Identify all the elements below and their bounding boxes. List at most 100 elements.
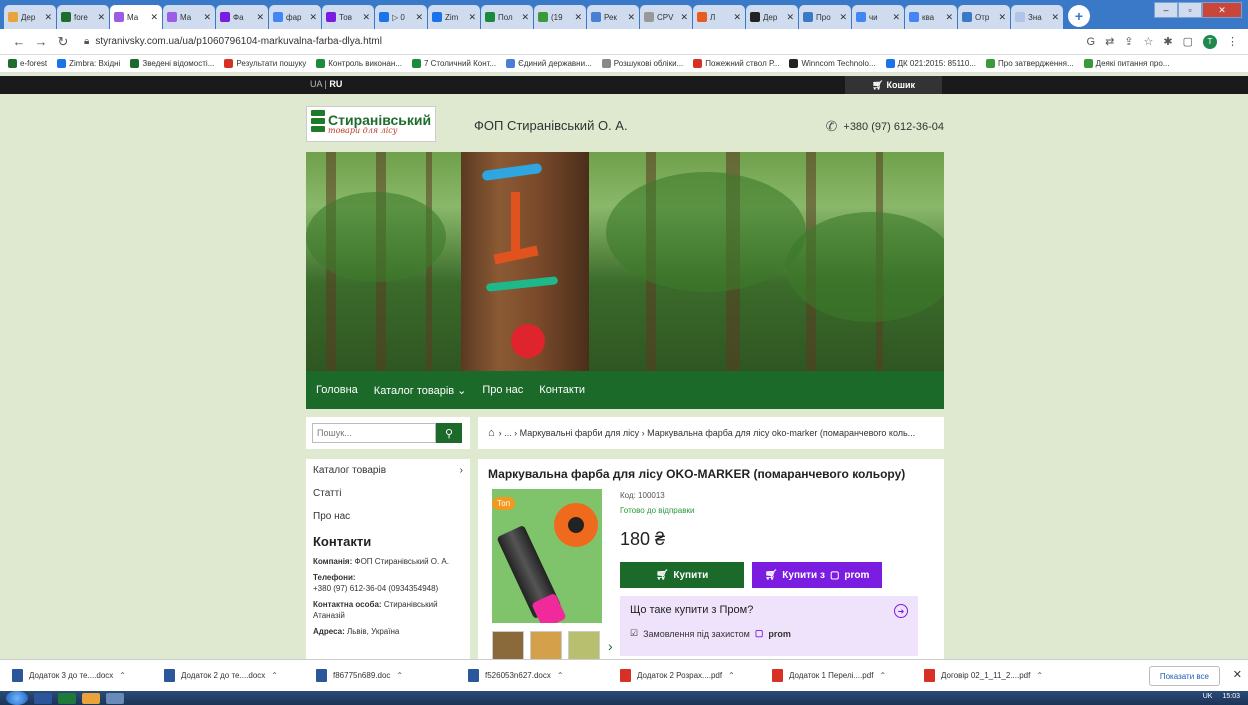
chevron-up-icon[interactable]: ⌃ xyxy=(879,671,886,680)
close-tab-icon[interactable]: ✕ xyxy=(892,12,900,23)
google-lens-icon[interactable]: G xyxy=(1087,36,1096,48)
url-field[interactable]: 🔒︎ styranivsky.com.ua/ua/p1060796104-mark… xyxy=(84,36,1087,47)
maximize-button[interactable]: ▫ xyxy=(1178,2,1202,18)
bookmark-item[interactable]: Результати пошуку xyxy=(224,59,306,68)
download-item[interactable]: Додаток 1 Перелі....pdf ⌃ xyxy=(772,669,922,682)
bookmark-item[interactable]: Про затвердження... xyxy=(986,59,1074,68)
close-downloads-icon[interactable]: ✕ xyxy=(1233,668,1242,681)
close-tab-icon[interactable]: ✕ xyxy=(150,12,158,23)
search-button[interactable]: ⚲ xyxy=(436,423,462,443)
profile-avatar[interactable]: T xyxy=(1203,34,1217,49)
new-tab-button[interactable]: + xyxy=(1068,5,1090,27)
browser-tab[interactable]: ▷ 0 ✕ xyxy=(375,5,427,29)
cart-button[interactable]: 🛒︎ Кошик xyxy=(845,76,942,94)
browser-tab[interactable]: Дер ✕ xyxy=(746,5,798,29)
close-tab-icon[interactable]: ✕ xyxy=(998,12,1006,23)
nav-item[interactable]: Каталог товарів ⌄ xyxy=(374,384,467,397)
bookmark-item[interactable]: 7 Столичний Конт... xyxy=(411,59,496,68)
buy-button[interactable]: 🛒︎ Купити xyxy=(620,562,744,588)
close-tab-icon[interactable]: ✕ xyxy=(945,12,953,23)
chevron-up-icon[interactable]: ⌃ xyxy=(396,671,403,680)
explorer-taskbar-icon[interactable] xyxy=(106,692,124,704)
lang-ua-link[interactable]: UA xyxy=(310,79,322,89)
sidebar-item-articles[interactable]: Статті xyxy=(313,488,463,499)
minimize-button[interactable]: – xyxy=(1154,2,1178,18)
browser-tab[interactable]: Л ✕ xyxy=(693,5,745,29)
product-thumbnail[interactable] xyxy=(530,631,562,661)
browser-tab[interactable]: Фа ✕ xyxy=(216,5,268,29)
header-phone[interactable]: ✆ +380 (97) 612-36-04 xyxy=(826,118,944,135)
close-tab-icon[interactable]: ✕ xyxy=(521,12,529,23)
close-tab-icon[interactable]: ✕ xyxy=(733,12,741,23)
arrow-right-icon[interactable]: ➜ xyxy=(894,604,908,618)
lock-icon[interactable]: 🔒︎ xyxy=(84,36,89,47)
browser-tab[interactable]: Ма ✕ xyxy=(110,5,162,29)
download-item[interactable]: Додаток 3 до те....docx ⌃ xyxy=(12,669,162,682)
bookmark-item[interactable]: Єдиний державни... xyxy=(506,59,592,68)
product-thumbnail[interactable] xyxy=(568,631,600,661)
breadcrumb-path[interactable]: › ... › Маркувальні фарби для лісу › Мар… xyxy=(499,428,916,438)
download-item[interactable]: Додаток 2 до те....docx ⌃ xyxy=(164,669,314,682)
browser-tab[interactable]: Тов ✕ xyxy=(322,5,374,29)
excel-taskbar-icon[interactable] xyxy=(58,692,76,704)
chevron-right-icon[interactable]: › xyxy=(608,631,613,661)
close-tab-icon[interactable]: ✕ xyxy=(786,12,794,23)
download-item[interactable]: Договір 02_1_11_2....pdf ⌃ xyxy=(924,669,1074,682)
bookmark-item[interactable]: Контроль виконан... xyxy=(316,59,402,68)
tray-language[interactable]: UK xyxy=(1203,693,1213,700)
nav-item[interactable]: Про нас xyxy=(482,384,523,396)
bookmark-item[interactable]: Пожежний ствол Р... xyxy=(693,59,779,68)
search-input[interactable] xyxy=(312,423,436,443)
product-main-image[interactable]: Топ xyxy=(492,489,602,623)
close-tab-icon[interactable]: ✕ xyxy=(1051,12,1059,23)
browser-tab[interactable]: Отр ✕ xyxy=(958,5,1010,29)
browser-tab[interactable]: Рек ✕ xyxy=(587,5,639,29)
close-tab-icon[interactable]: ✕ xyxy=(256,12,264,23)
bookmark-item[interactable]: ДК 021:2015: 85110... xyxy=(885,59,976,68)
close-window-button[interactable]: ✕ xyxy=(1202,2,1242,18)
close-tab-icon[interactable]: ✕ xyxy=(415,12,423,23)
forward-icon[interactable]: → xyxy=(32,34,50,49)
sidebar-item-about[interactable]: Про нас xyxy=(313,511,463,522)
close-tab-icon[interactable]: ✕ xyxy=(97,12,105,23)
browser-tab[interactable]: Пол ✕ xyxy=(481,5,533,29)
buy-with-prom-button[interactable]: 🛒︎ Купити з ▢ prom xyxy=(752,562,882,588)
side-panel-icon[interactable]: ▢ xyxy=(1183,35,1193,48)
browser-tab[interactable]: fore ✕ xyxy=(57,5,109,29)
chevron-up-icon[interactable]: ⌃ xyxy=(271,671,278,680)
start-button[interactable] xyxy=(6,691,28,705)
chevron-up-icon[interactable]: ⌃ xyxy=(728,671,735,680)
back-icon[interactable]: ← xyxy=(10,34,28,49)
clock[interactable]: 15:03 xyxy=(1222,693,1240,700)
browser-tab[interactable]: Ма ✕ xyxy=(163,5,215,29)
chevron-up-icon[interactable]: ⌃ xyxy=(1036,671,1043,680)
browser-tab[interactable]: Zim ✕ xyxy=(428,5,480,29)
bookmark-star-icon[interactable]: ☆ xyxy=(1144,35,1154,48)
browser-tab[interactable]: Дер ✕ xyxy=(4,5,56,29)
prom-question[interactable]: Що таке купити з Пром? xyxy=(630,604,908,616)
word-taskbar-icon[interactable] xyxy=(34,692,52,704)
download-item[interactable]: f86775n689.doc ⌃ xyxy=(316,669,466,682)
bookmark-item[interactable]: Winncom Technolo... xyxy=(789,59,876,68)
share-icon[interactable]: ⇪ xyxy=(1124,35,1133,48)
browser-tab[interactable]: фар ✕ xyxy=(269,5,321,29)
close-tab-icon[interactable]: ✕ xyxy=(203,12,211,23)
show-all-downloads-button[interactable]: Показати все xyxy=(1148,666,1220,686)
close-tab-icon[interactable]: ✕ xyxy=(468,12,476,23)
chevron-up-icon[interactable]: ⌃ xyxy=(557,671,564,680)
menu-icon[interactable]: ⋮ xyxy=(1227,35,1238,48)
site-logo[interactable]: Стиранівський товари для лісу xyxy=(306,106,436,142)
nav-item[interactable]: Контакти xyxy=(539,384,585,396)
bookmark-item[interactable]: Розшукові обліки... xyxy=(601,59,683,68)
reload-icon[interactable]: ↻ xyxy=(54,34,72,50)
browser-tab[interactable]: Про ✕ xyxy=(799,5,851,29)
sidebar-item-catalog[interactable]: Каталог товарів › xyxy=(313,465,463,476)
browser-tab[interactable]: чи ✕ xyxy=(852,5,904,29)
extensions-icon[interactable]: ✱ xyxy=(1163,35,1172,48)
close-tab-icon[interactable]: ✕ xyxy=(839,12,847,23)
bookmark-item[interactable]: Zimbra: Вхідні xyxy=(57,59,120,68)
chevron-up-icon[interactable]: ⌃ xyxy=(119,671,126,680)
contact-phones-value[interactable]: +380 (97) 612-36-04 (0934354948) xyxy=(313,584,438,593)
close-tab-icon[interactable]: ✕ xyxy=(44,12,52,23)
close-tab-icon[interactable]: ✕ xyxy=(680,12,688,23)
